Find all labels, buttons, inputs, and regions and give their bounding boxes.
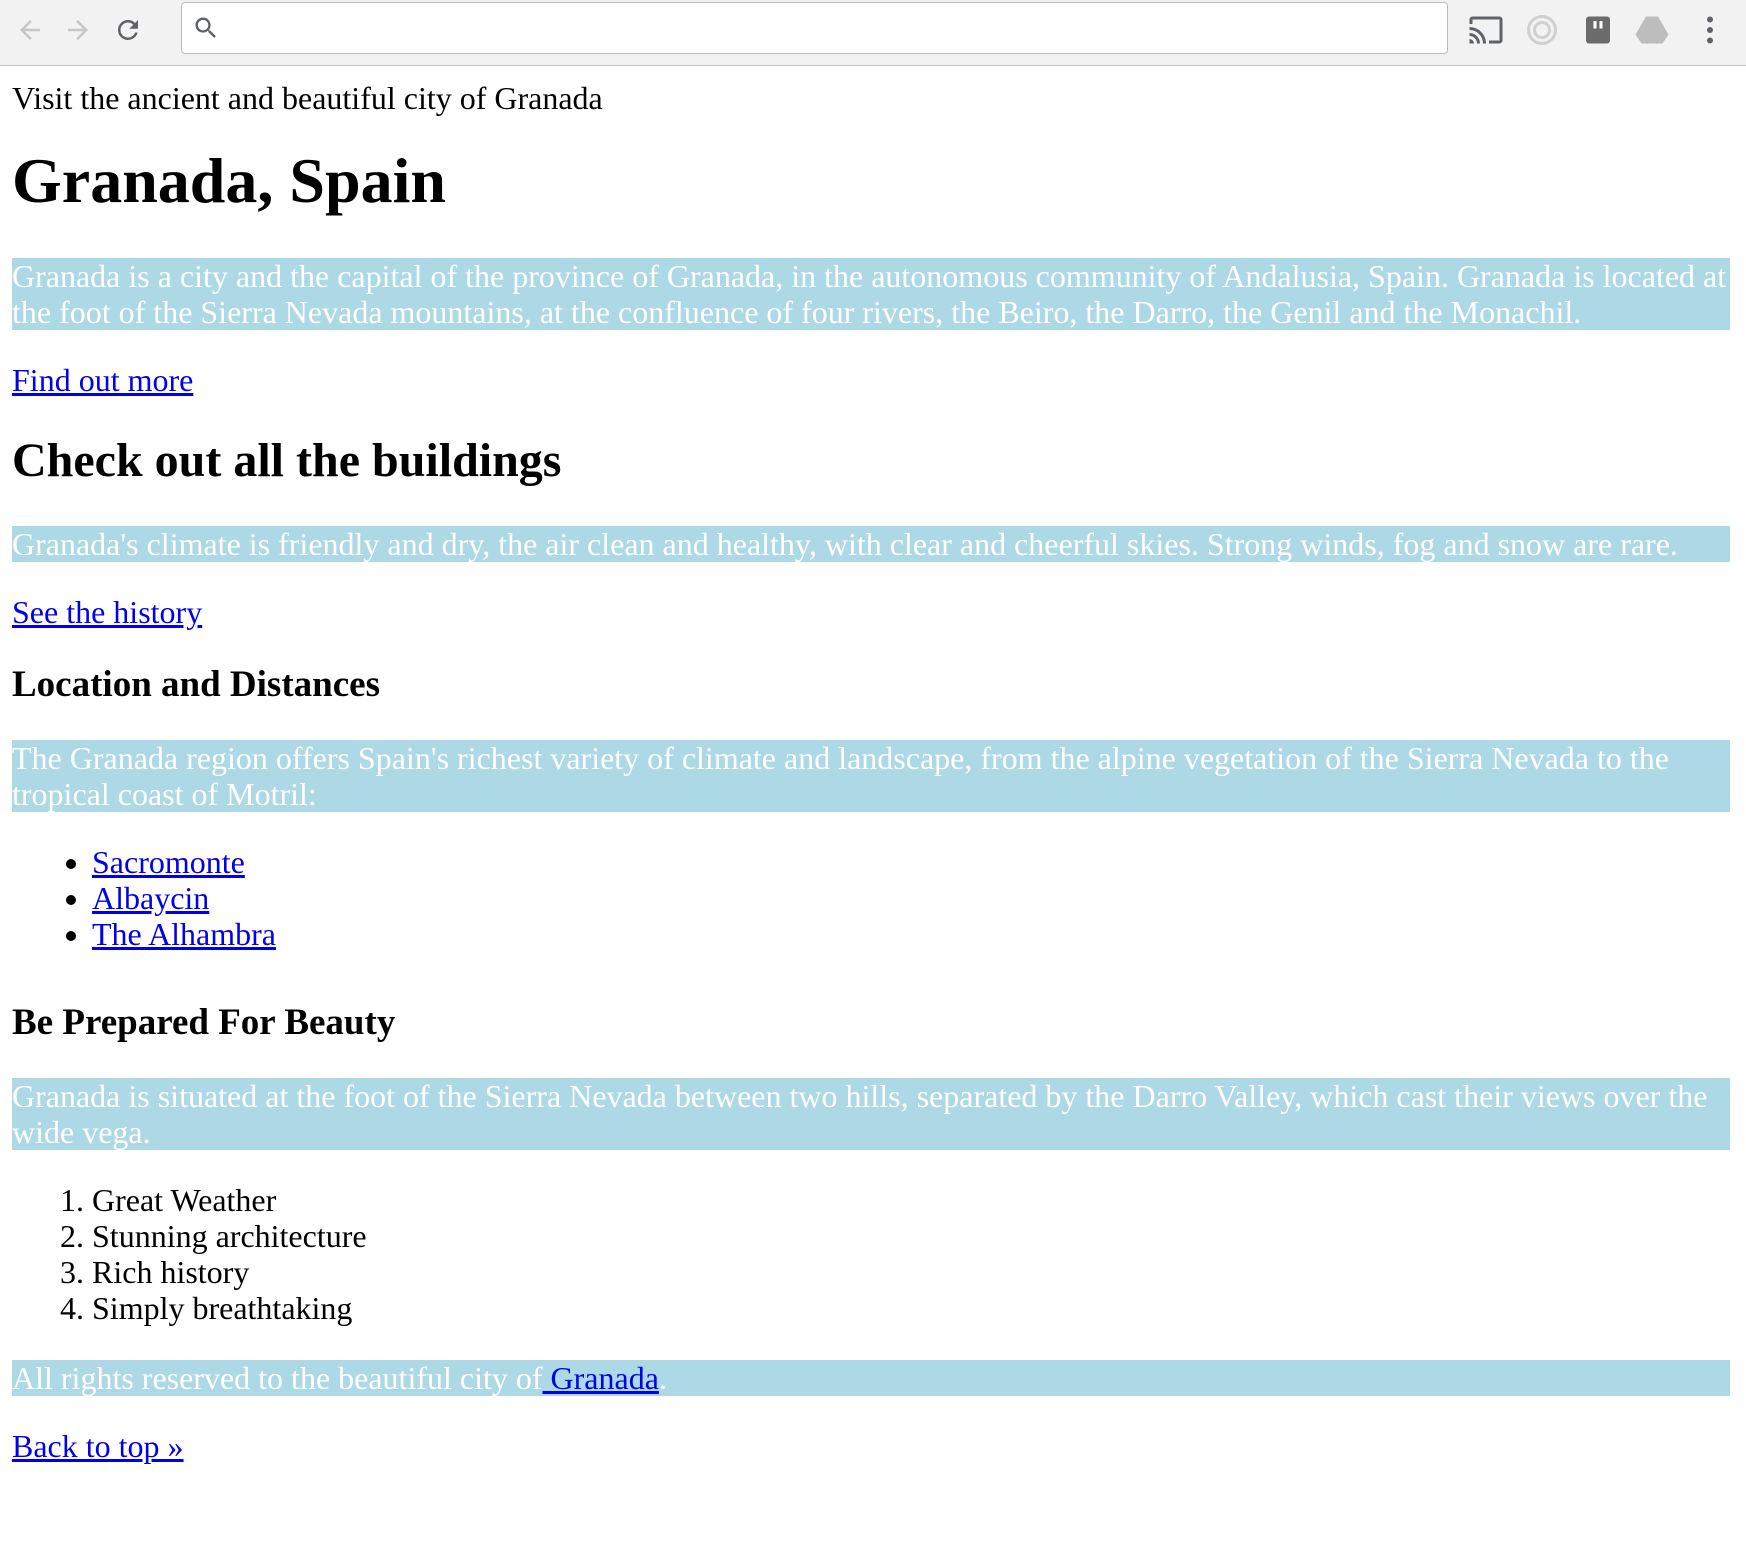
climate-paragraph: Granada's climate is friendly and dry, t… (12, 526, 1730, 562)
more-menu-button[interactable] (1688, 8, 1732, 52)
drive-button[interactable] (1630, 8, 1674, 52)
circle-extension-button[interactable] (1520, 8, 1564, 52)
back-to-top-link[interactable]: Back to top » (12, 1428, 184, 1464)
region-paragraph: The Granada region offers Spain's riches… (12, 740, 1730, 812)
list-item: Stunning architecture (92, 1218, 1730, 1254)
see-history-row: See the history (12, 594, 1730, 630)
footer-text: All rights reserved to the beautiful cit… (12, 1360, 543, 1396)
buildings-heading: Check out all the buildings (12, 434, 562, 487)
circle-extension-icon (1527, 15, 1557, 45)
situated-paragraph: Granada is situated at the foot of the S… (12, 1078, 1730, 1150)
list-item: Simply breathtaking (92, 1290, 1730, 1326)
place-link-alhambra[interactable]: The Alhambra (92, 916, 276, 952)
more-vert-icon (1707, 16, 1713, 44)
list-item: Great Weather (92, 1182, 1730, 1218)
footer-period: . (658, 1360, 667, 1396)
back-to-top-row: Back to top » (12, 1428, 1730, 1464)
search-icon (195, 17, 216, 38)
footer-granada-link[interactable]: Granada (543, 1360, 659, 1396)
list-item: Sacromonte (92, 844, 1730, 880)
page-title: Granada, Spain (12, 145, 446, 216)
find-out-more-row: Find out more (12, 362, 1730, 398)
see-history-link[interactable]: See the history (12, 594, 202, 630)
list-item: The Alhambra (92, 916, 1730, 952)
drive-icon (1635, 16, 1669, 44)
forward-button[interactable] (58, 10, 98, 50)
place-link-albaycin[interactable]: Albaycin (92, 880, 209, 916)
cast-icon (1469, 16, 1503, 44)
page-content: Visit the ancient and beautiful city of … (12, 66, 1730, 1464)
find-out-more-link[interactable]: Find out more (12, 362, 193, 398)
place-link-sacromonte[interactable]: Sacromonte (92, 844, 245, 880)
footer: All rights reserved to the beautiful cit… (12, 1360, 1730, 1396)
reasons-list: Great Weather Stunning architecture Rich… (12, 1182, 1730, 1326)
places-list: Sacromonte Albaycin The Alhambra (12, 844, 1730, 952)
arrow-left-icon (20, 20, 40, 40)
back-button[interactable] (10, 10, 50, 50)
evernote-icon (1586, 16, 1610, 44)
intro-paragraph: Granada is a city and the capital of the… (12, 258, 1730, 330)
beauty-heading: Be Prepared For Beauty (12, 1002, 396, 1043)
cast-button[interactable] (1464, 8, 1508, 52)
arrow-right-icon (68, 20, 88, 40)
address-input[interactable] (230, 11, 1434, 47)
location-heading: Location and Distances (12, 664, 380, 705)
list-item: Rich history (92, 1254, 1730, 1290)
tagline: Visit the ancient and beautiful city of … (12, 80, 603, 116)
reload-button[interactable] (108, 10, 148, 50)
evernote-button[interactable] (1576, 8, 1620, 52)
list-item: Albaycin (92, 880, 1730, 916)
address-bar[interactable] (181, 2, 1448, 54)
reload-icon (117, 19, 138, 40)
browser-toolbar (0, 0, 1746, 66)
